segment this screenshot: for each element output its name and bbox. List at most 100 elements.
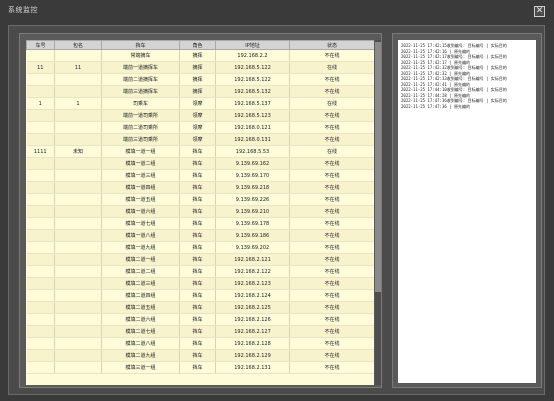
table-cell: 挡车 (179, 325, 216, 338)
table-cell: 模填二道二组 (101, 265, 180, 278)
table-cell: 端前一道摘挥车 (101, 61, 180, 74)
table-row[interactable]: 1111 未知 模填一道一组 挡车 192.168.5.53 在线 (26, 145, 374, 158)
log-area[interactable]: 2022-11-25 17:42:15收到编号: 目标编号 | 实际目的 2022… (398, 40, 536, 383)
table-cell (26, 49, 55, 62)
table-cell: 不在线 (289, 361, 374, 374)
table-row[interactable]: 模填二道二组 挡车 192.168.2.122 不在线 (26, 265, 374, 278)
col-header[interactable]: IP地址 (215, 40, 290, 50)
table-row[interactable]: 常端摘车 摘挥 192.168.2.2 不在线 (26, 49, 374, 62)
col-header[interactable]: 角色 (179, 40, 216, 50)
table-cell: 9.139.69.202 (215, 241, 290, 254)
table-row[interactable]: 端前三道摘挥车 摘挥 192.168.5.132 不在线 (26, 85, 374, 98)
table-row[interactable]: 模填一道三组 挡车 9.139.69.170 不在线 (26, 169, 374, 182)
title-bar: 系统监控 ✕ (0, 0, 554, 22)
device-table-area[interactable]: 车号 包名 挡车 角色 IP地址 状态 常端摘车 摘挥 192.168.2.2 不在线… (26, 40, 374, 385)
table-cell: 不在线 (289, 133, 374, 146)
table-cell: 不在线 (289, 265, 374, 278)
table-row[interactable]: 模填一道七组 挡车 9.139.69.178 不在线 (26, 217, 374, 230)
table-cell (26, 73, 55, 86)
table-cell: 192.168.5.122 (215, 61, 290, 74)
table-cell: 模填二道六组 (101, 313, 180, 326)
table-cell (26, 181, 55, 194)
table-cell: 192.168.2.124 (215, 289, 290, 302)
table-cell: 不在线 (289, 277, 374, 290)
table-cell (54, 325, 102, 338)
table-cell: 不在线 (289, 229, 374, 242)
table-cell (54, 241, 102, 254)
table-row[interactable]: 模填一道五组 挡车 9.139.69.226 不在线 (26, 193, 374, 206)
table-cell (54, 205, 102, 218)
table-cell: 挡车 (179, 217, 216, 230)
table-cell: 在线 (289, 97, 374, 110)
table-cell: 192.168.5.122 (215, 73, 290, 86)
table-cell: 不在线 (289, 205, 374, 218)
table-row[interactable]: 1 1 司乘车 领摩 192.168.5.137 在线 (26, 97, 374, 110)
table-cell (26, 205, 55, 218)
table-row[interactable]: 模填一道九组 挡车 9.139.69.202 不在线 (26, 241, 374, 254)
table-cell: 不在线 (289, 253, 374, 266)
table-row[interactable]: 模填二道一组 挡车 192.168.2.121 不在线 (26, 253, 374, 266)
table-cell (26, 289, 55, 302)
table-cell (54, 361, 102, 374)
table-cell: 在线 (289, 61, 374, 74)
col-header[interactable]: 包名 (54, 40, 102, 50)
table-cell: 模填一道三组 (101, 169, 180, 182)
table-row[interactable]: 11 11 端前一道摘挥车 摘挥 192.168.5.122 在线 (26, 61, 374, 74)
table-cell (26, 229, 55, 242)
table-scrollbar[interactable] (375, 40, 381, 385)
table-cell: 192.168.5.137 (215, 97, 290, 110)
table-row[interactable]: 模填二道五组 挡车 192.168.2.125 不在线 (26, 301, 374, 314)
table-row[interactable]: 模填一道六组 挡车 9.139.69.210 不在线 (26, 205, 374, 218)
table-cell: 司乘车 (101, 97, 180, 110)
table-cell (54, 181, 102, 194)
table-cell: 领摩 (179, 97, 216, 110)
col-header[interactable]: 挡车 (101, 40, 180, 50)
table-row[interactable]: 模填二道七组 挡车 192.168.2.127 不在线 (26, 325, 374, 338)
table-row[interactable]: 模填二道三组 挡车 192.168.2.123 不在线 (26, 277, 374, 290)
window-title: 系统监控 (8, 6, 38, 14)
close-icon[interactable]: ✕ (534, 6, 545, 17)
table-cell: 不在线 (289, 157, 374, 170)
col-header[interactable]: 状态 (289, 40, 374, 50)
log-line: 2022-11-25 17:47:36 | 原先编的 (401, 103, 470, 109)
scrollbar-thumb[interactable] (375, 42, 381, 292)
table-cell: 192.168.2.127 (215, 325, 290, 338)
table-header-row: 车号 包名 挡车 角色 IP地址 状态 (26, 40, 374, 50)
table-row[interactable]: 端前三道司乘所 领摩 192.168.0.131 不在线 (26, 133, 374, 146)
table-row[interactable]: 模填二道六组 挡车 192.168.2.126 不在线 (26, 313, 374, 326)
col-header[interactable]: 车号 (26, 40, 55, 50)
table-row[interactable]: 模填二道八组 挡车 192.168.2.128 不在线 (26, 337, 374, 350)
table-cell (54, 133, 102, 146)
table-row[interactable]: 端前一道司乘所 领摩 192.168.5.123 不在线 (26, 109, 374, 122)
table-cell (26, 241, 55, 254)
table-row[interactable]: 端前二道司乘所 领摩 192.168.0.121 不在线 (26, 121, 374, 134)
table-cell: 挡车 (179, 349, 216, 362)
table-cell: 模填三道一组 (101, 361, 180, 374)
table-row[interactable]: 模填一道二组 挡车 9.139.69.162 不在线 (26, 157, 374, 170)
table-row[interactable]: 模填二道九组 挡车 192.168.2.129 不在线 (26, 349, 374, 362)
table-cell (26, 325, 55, 338)
table-cell (54, 169, 102, 182)
table-cell: 11 (54, 61, 102, 74)
table-cell: 模填二道五组 (101, 301, 180, 314)
table-cell: 端前三道司乘所 (101, 133, 180, 146)
table-cell: 9.139.69.218 (215, 181, 290, 194)
table-cell (26, 361, 55, 374)
table-row[interactable]: 模填一道四组 挡车 9.139.69.218 不在线 (26, 181, 374, 194)
table-cell: 不在线 (289, 337, 374, 350)
table-cell: 摘挥 (179, 73, 216, 86)
table-row[interactable]: 模填三道一组 挡车 192.168.2.131 不在线 (26, 361, 374, 374)
table-cell (26, 217, 55, 230)
table-cell: 不在线 (289, 49, 374, 62)
table-cell (26, 85, 55, 98)
table-cell: 领摩 (179, 121, 216, 134)
table-cell: 不在线 (289, 241, 374, 254)
table-cell (54, 49, 102, 62)
table-cell: 模填一道六组 (101, 205, 180, 218)
table-row[interactable]: 模填一道八组 挡车 9.139.69.186 不在线 (26, 229, 374, 242)
table-row[interactable]: 模填二道四组 挡车 192.168.2.124 不在线 (26, 289, 374, 302)
table-cell: 192.168.2.128 (215, 337, 290, 350)
table-cell: 9.139.69.186 (215, 229, 290, 242)
table-row[interactable]: 端前二道摘挥车 摘挥 192.168.5.122 不在线 (26, 73, 374, 86)
table-cell: 常端摘车 (101, 49, 180, 62)
